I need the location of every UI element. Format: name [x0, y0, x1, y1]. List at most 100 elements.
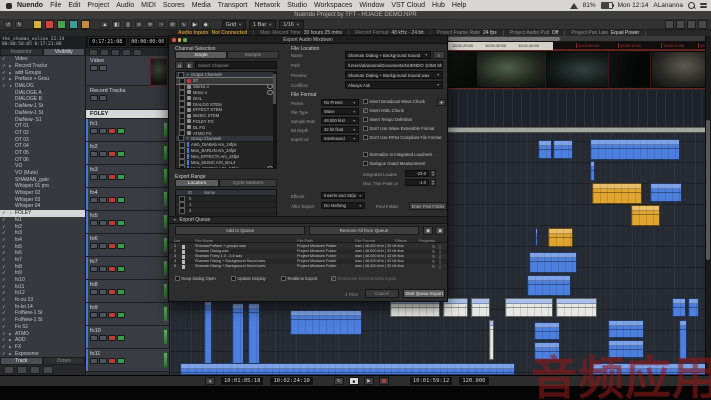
- color-tool[interactable]: ◆: [202, 21, 210, 28]
- track-filter-icon[interactable]: [100, 49, 109, 56]
- menu-workspaces[interactable]: Workspaces: [314, 2, 352, 9]
- close-icon[interactable]: [172, 38, 176, 42]
- visibility-row-fo7[interactable]: ✓fo7: [0, 257, 85, 264]
- visibility-row-ot-06[interactable]: OT 06: [0, 156, 85, 163]
- visibility-row-exposome[interactable]: ✓▶Exposome: [0, 350, 85, 357]
- visibility-row-whisper-03[interactable]: Whisper 03: [0, 196, 85, 203]
- record-enable-button[interactable]: [108, 312, 116, 318]
- state-red-button[interactable]: [45, 20, 54, 29]
- visibility-row-preface-grou[interactable]: ✓▶Preface + Grou: [0, 76, 85, 83]
- audio-event[interactable]: [631, 205, 660, 226]
- menu-audio[interactable]: Audio: [116, 2, 134, 9]
- preset-dropdown[interactable]: No Preset▼: [321, 99, 359, 106]
- checkbox-don-t-use-rf64-compliant-file-format[interactable]: Don't Use RF64 Compliant File Format: [363, 135, 442, 140]
- monitor-button[interactable]: [117, 358, 125, 364]
- cycle-button[interactable]: ↻: [334, 377, 344, 385]
- wifi-icon[interactable]: [570, 3, 578, 9]
- footer-checkbox-keep-dialog-open[interactable]: Keep Dialog Open: [175, 276, 216, 281]
- add-track-icon[interactable]: [89, 49, 98, 56]
- solo-button[interactable]: [99, 174, 107, 180]
- visibility-row-ot-01[interactable]: OT 01: [0, 123, 85, 130]
- sample-rate-dropdown[interactable]: 48,000 kHz▼: [321, 117, 359, 124]
- record-tracks-header[interactable]: Record Tracks: [86, 86, 169, 110]
- checkbox-don-t-use-wave-extensible-format[interactable]: Don't Use Wave Extensible Format: [363, 126, 434, 131]
- solo-button[interactable]: [99, 312, 107, 318]
- track-header-fo1[interactable]: fo1: [86, 119, 169, 142]
- monitor-button[interactable]: [117, 174, 125, 180]
- monitor-button[interactable]: [117, 220, 125, 226]
- visibility-row-video[interactable]: ✓Video: [0, 56, 85, 63]
- enter-pool-folder-button[interactable]: Enter Pool Folder: [409, 202, 447, 210]
- preset-options-icon[interactable]: ✚: [437, 99, 446, 106]
- menu-media[interactable]: Media: [192, 2, 211, 9]
- queue-down-icon[interactable]: ▣: [435, 226, 445, 235]
- audio-event[interactable]: [529, 252, 577, 273]
- solo-button[interactable]: [99, 95, 107, 101]
- visibility-row-fo-zu-13[interactable]: ✓fo-zu 13: [0, 297, 85, 304]
- checkbox-icon[interactable]: [175, 276, 180, 281]
- audio-event[interactable]: [180, 363, 515, 375]
- checkbox-icon[interactable]: [281, 276, 286, 281]
- record-enable-button[interactable]: [108, 243, 116, 249]
- mute-button[interactable]: [90, 312, 98, 318]
- timecode-display-a[interactable]: 0:17:21:08: [88, 37, 127, 47]
- audio-event[interactable]: [534, 322, 560, 340]
- channel-search-input[interactable]: Select Channel: [195, 61, 277, 69]
- menu-user[interactable]: ALananna: [653, 2, 683, 9]
- track-header-fo6[interactable]: fo6: [86, 234, 169, 257]
- audio-event[interactable]: [592, 183, 642, 204]
- bit-depth-dropdown[interactable]: 32 bit float▼: [321, 126, 359, 133]
- channel-config-icon[interactable]: ◧: [185, 61, 194, 69]
- video-track-header[interactable]: Video: [86, 56, 169, 86]
- visibility-row-fo2[interactable]: ✓fo2: [0, 223, 85, 230]
- tab-cycle-markers[interactable]: Cycle Markers: [219, 179, 277, 187]
- audio-event[interactable]: [590, 139, 680, 160]
- menu-nuendo[interactable]: Nuendo: [17, 2, 43, 9]
- channel-tree-scrollbar[interactable]: [273, 72, 276, 168]
- state-teal-button[interactable]: [69, 20, 78, 29]
- grid-type-dropdown[interactable]: Grid▼: [222, 20, 246, 30]
- export-queue-header[interactable]: ▼ Export Queue: [169, 216, 447, 224]
- conflicts-field[interactable]: Always Ask▼: [345, 81, 443, 89]
- tab-single[interactable]: Single: [175, 51, 227, 59]
- visibility-row-vo-mute-[interactable]: VO (Mute): [0, 170, 85, 177]
- monitor-button[interactable]: [117, 289, 125, 295]
- tab-track[interactable]: Track: [0, 357, 43, 365]
- split-tool[interactable]: ∥: [124, 21, 132, 28]
- mute-button[interactable]: [90, 151, 98, 157]
- visibility-row-dianew-1-st[interactable]: DiaNew-1 St: [0, 110, 85, 117]
- audio-event[interactable]: [548, 228, 573, 247]
- visibility-row-dialoge-a[interactable]: DIALOGE A: [0, 89, 85, 96]
- audio-event[interactable]: [538, 140, 552, 159]
- goto-left-locator-icon[interactable]: ⏴: [205, 377, 215, 385]
- channel-checkbox[interactable]: [179, 165, 185, 169]
- cancel-button[interactable]: Cancel: [365, 289, 399, 298]
- checkbox-icon[interactable]: [363, 126, 368, 131]
- visibility-row-whisper-02[interactable]: Whisper 02: [0, 190, 85, 197]
- visibility-row-fx[interactable]: ✓▶FX: [0, 344, 85, 351]
- spotlight-icon[interactable]: [688, 2, 695, 9]
- menu-help[interactable]: Help: [452, 2, 466, 9]
- audio-event[interactable]: [608, 320, 644, 338]
- record-enable-button[interactable]: [108, 220, 116, 226]
- checkbox-icon[interactable]: [231, 276, 236, 281]
- group-checkbox[interactable]: [178, 135, 184, 141]
- track-header-fo11[interactable]: fo11: [86, 349, 169, 372]
- loudness-value-field[interactable]: -23.0: [405, 170, 429, 177]
- preview-field[interactable]: Shaman Dialog + Background Sound.wav▼: [345, 71, 443, 79]
- visibility-row-fo6[interactable]: ✓fo6: [0, 250, 85, 257]
- visibility-row-fo3[interactable]: ✓fo3: [0, 230, 85, 237]
- mute-button[interactable]: [90, 289, 98, 295]
- control-center-icon[interactable]: [700, 3, 707, 8]
- solo-button[interactable]: [99, 266, 107, 272]
- export-as-dropdown[interactable]: Interleaved▼: [321, 135, 359, 142]
- state-orange-button[interactable]: [81, 20, 90, 29]
- track-header-fo10[interactable]: fo10: [86, 326, 169, 349]
- play-button[interactable]: ▶: [364, 377, 374, 385]
- visibility-row-fo12[interactable]: ✓fo12: [0, 290, 85, 297]
- record-enable-button[interactable]: [108, 335, 116, 341]
- glue-tool[interactable]: ≡: [135, 21, 143, 28]
- visibility-row-dianew-1-st[interactable]: DiaNew-1 St: [0, 103, 85, 110]
- track-header-fo3[interactable]: fo3: [86, 165, 169, 188]
- mute-button[interactable]: [90, 220, 98, 226]
